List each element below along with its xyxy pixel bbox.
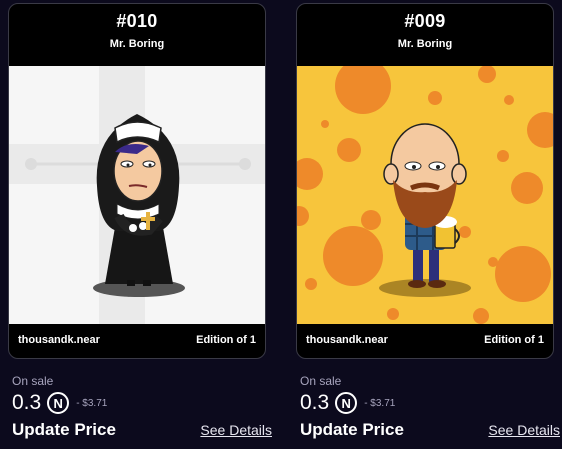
nft-grid: #010 Mr. Boring thousandk.near Edition o…	[0, 0, 562, 449]
sale-status: On sale	[12, 374, 54, 388]
sale-info-009: On sale 0.3 N - $3.71 Update Price See D…	[300, 374, 560, 440]
update-price-button[interactable]: Update Price	[12, 420, 116, 440]
near-currency-icon: N	[47, 392, 70, 414]
usd-value: - $3.71	[364, 397, 396, 409]
collection-name: Mr. Boring	[109, 38, 165, 50]
nft-card-009[interactable]: #009 Mr. Boring thousandk.near Edition o…	[296, 3, 554, 359]
token-number: #010	[116, 11, 158, 31]
sale-actions: Update Price See Details	[12, 420, 272, 440]
card-footer: thousandk.near Edition of 1	[9, 322, 265, 358]
owner-name: thousandk.near	[306, 334, 388, 346]
collection-name: Mr. Boring	[397, 38, 453, 50]
edition-label: Edition of 1	[196, 334, 256, 346]
nun-character-icon[interactable]	[9, 66, 265, 324]
card-header: #009 Mr. Boring	[297, 4, 553, 66]
price-value: 0.3	[12, 391, 42, 414]
usd-value: - $3.71	[76, 397, 108, 409]
near-currency-icon: N	[335, 392, 358, 414]
edition-label: Edition of 1	[484, 334, 544, 346]
token-number: #009	[404, 11, 446, 31]
owner-name: thousandk.near	[18, 334, 100, 346]
sale-info-010: On sale 0.3 N - $3.71 Update Price See D…	[12, 374, 272, 440]
sale-status: On sale	[300, 374, 342, 388]
price-row: 0.3 N - $3.71	[300, 390, 560, 416]
price-value: 0.3	[300, 391, 330, 414]
card-footer: thousandk.near Edition of 1	[297, 322, 553, 358]
card-header: #010 Mr. Boring	[9, 4, 265, 66]
nft-card-010[interactable]: #010 Mr. Boring thousandk.near Edition o…	[8, 3, 266, 359]
see-details-link[interactable]: See Details	[488, 422, 560, 438]
sale-actions: Update Price See Details	[300, 420, 560, 440]
update-price-button[interactable]: Update Price	[300, 420, 404, 440]
see-details-link[interactable]: See Details	[200, 422, 272, 438]
bearded-man-beer-icon[interactable]	[297, 66, 553, 324]
price-row: 0.3 N - $3.71	[12, 390, 272, 416]
